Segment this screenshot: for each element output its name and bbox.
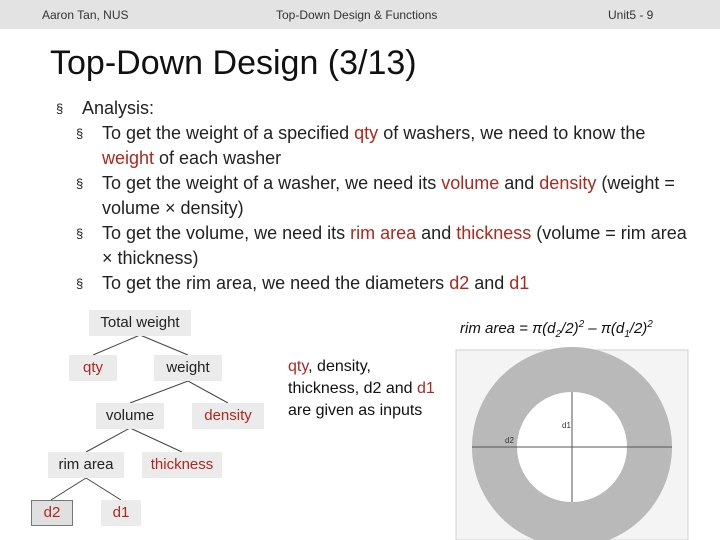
label-d1: d1 bbox=[562, 421, 571, 430]
label-d2: d2 bbox=[505, 436, 514, 445]
washer-diagram: d2 d1 bbox=[455, 347, 689, 540]
